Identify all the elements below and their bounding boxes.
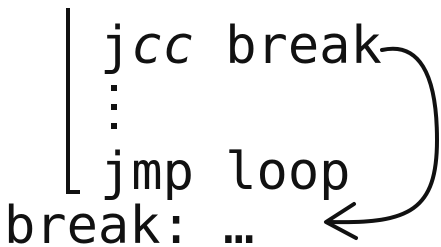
vertical-ellipsis [111, 85, 117, 129]
break-label-line: break: … [4, 196, 255, 247]
jcc-break-line: jcc break [100, 20, 382, 72]
jump-arrow-head [324, 202, 358, 240]
jcc-j: j [100, 16, 132, 76]
jcc-target: break [193, 16, 382, 76]
loop-bracket [66, 8, 80, 194]
jmp-loop-line: jmp loop [100, 142, 351, 202]
diagram-canvas: jcc break jmp loop break: … [0, 0, 441, 247]
jcc-condition: cc [131, 16, 194, 76]
